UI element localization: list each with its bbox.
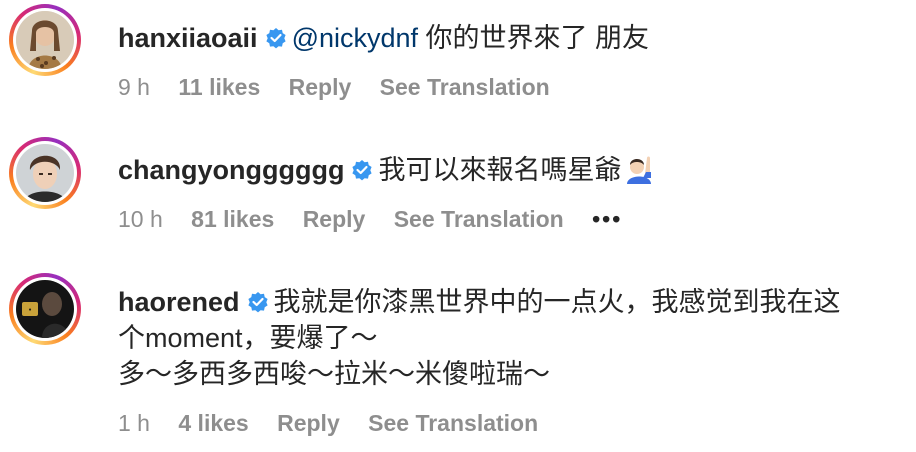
comment-text: 你的世界來了 朋友 (418, 23, 650, 53)
reply-button[interactable]: Reply (303, 206, 366, 232)
likes-count[interactable]: 4 likes (178, 410, 248, 436)
mention-link[interactable]: @nickydnf (292, 23, 418, 53)
more-options-icon[interactable]: ••• (592, 206, 622, 232)
likes-count[interactable]: 11 likes (178, 74, 260, 100)
see-translation-button[interactable]: See Translation (380, 74, 550, 100)
verified-badge-icon (352, 160, 373, 181)
see-translation-button[interactable]: See Translation (394, 206, 564, 232)
avatar[interactable] (9, 137, 81, 209)
timestamp: 1 h (118, 410, 150, 436)
comment-text-line-1: 我就是你漆黑世界中的一点火，我感觉到我在这 (273, 287, 841, 317)
timestamp: 9 h (118, 74, 150, 100)
avatar[interactable] (9, 4, 81, 76)
avatar[interactable]: ♦ (9, 273, 81, 345)
comment-text: 我可以來報名嗎星爺 (378, 155, 622, 185)
username[interactable]: hanxiiaoaii (118, 23, 258, 53)
likes-count[interactable]: 81 likes (191, 206, 274, 232)
avatar-image (16, 144, 74, 202)
raising-hand-emoji-icon (627, 156, 652, 184)
username[interactable]: changyongggggg (118, 155, 344, 185)
username[interactable]: haorened (118, 287, 240, 317)
timestamp: 10 h (118, 206, 163, 232)
see-translation-button[interactable]: See Translation (368, 410, 538, 436)
comment-text-line-3: 多～多西多西唆～拉米～米傻啦瑞～ (118, 359, 550, 389)
comment-text-line-2: 个moment，要爆了～ (118, 323, 378, 353)
reply-button[interactable]: Reply (289, 74, 352, 100)
avatar-image (16, 11, 74, 69)
avatar-image: ♦ (16, 280, 74, 338)
svg-text:♦: ♦ (29, 307, 32, 313)
reply-button[interactable]: Reply (277, 410, 340, 436)
verified-badge-icon (265, 28, 286, 49)
verified-badge-icon (247, 292, 268, 313)
